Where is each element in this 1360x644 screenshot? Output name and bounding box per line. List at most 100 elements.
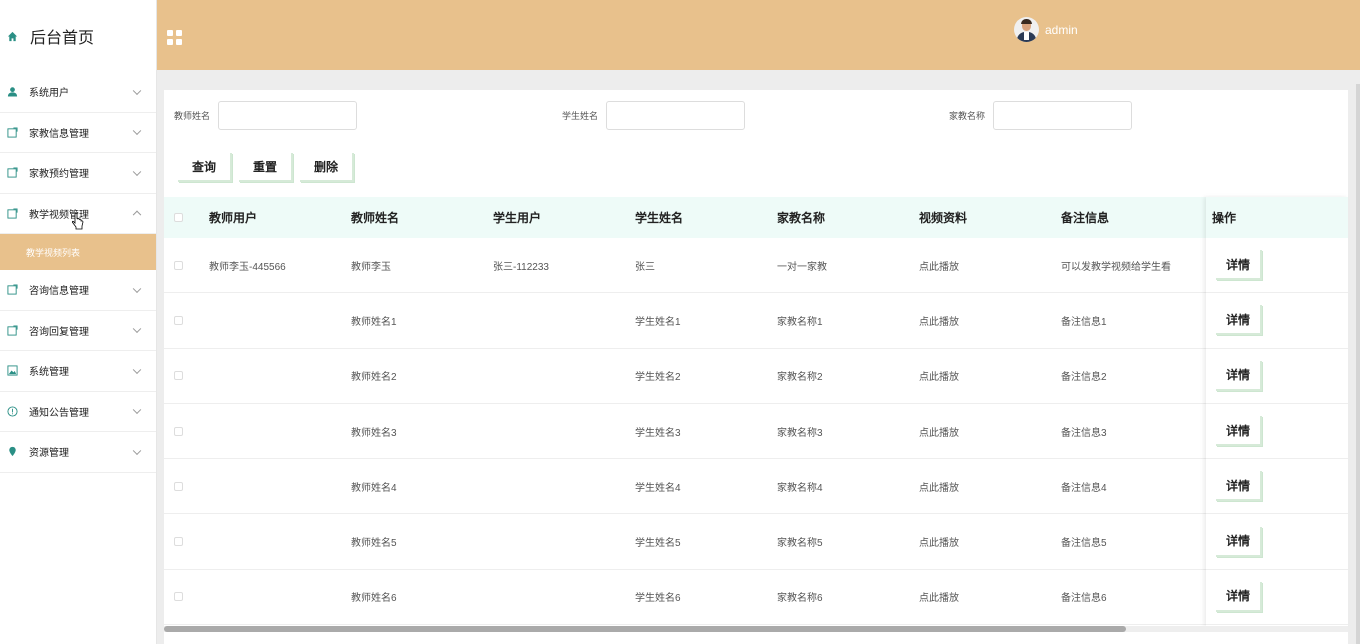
detail-button[interactable]: 详情 <box>1216 250 1263 281</box>
sidebar-item-tutor-booking[interactable]: 家教预约管理 <box>0 153 156 194</box>
col-header: 家教名称 <box>777 211 826 225</box>
table-body: 教师李玉-445566 教师李玉 张三-112233 张三 一对一家教 点此播放 可以发教学… <box>164 238 1348 626</box>
edit-icon <box>6 324 18 336</box>
detail-button[interactable]: 详情 <box>1216 416 1263 447</box>
table-cell: 教师姓名3 <box>351 427 397 439</box>
table-row: 教师姓名3 学生姓名3 家教名称3 点此播放 备注信息3 <box>164 404 1348 460</box>
chevron-down-icon <box>132 167 142 176</box>
select-all-checkbox[interactable] <box>174 213 183 222</box>
table-cell: 备注信息6 <box>1061 593 1107 605</box>
tutor-name-field: 家教名称 <box>949 101 1133 130</box>
action-buttons: 查询 重置 删除 <box>178 153 355 182</box>
table-header: 教师用户 教师姓名 学生用户 学生姓名 家教名称 视频资料 备注信息 <box>164 197 1348 238</box>
chevron-down-icon <box>132 86 142 95</box>
table-cell: 教师姓名6 <box>351 593 397 605</box>
row-checkbox[interactable] <box>174 481 183 491</box>
sidebar-item-notice[interactable]: 通知公告管理 <box>0 392 156 432</box>
edit-icon <box>6 167 18 179</box>
col-header: 学生姓名 <box>635 211 684 225</box>
edit-icon <box>6 126 18 138</box>
chevron-down-icon <box>132 365 142 374</box>
ops-cell: 详情 <box>1206 238 1348 294</box>
detail-button[interactable]: 详情 <box>1216 581 1263 612</box>
chevron-down-icon <box>132 324 142 334</box>
col-header: 学生用户 <box>493 211 542 225</box>
chevron-down-icon <box>132 446 142 455</box>
table-cell: 教师姓名5 <box>351 538 397 550</box>
table-row: 教师姓名1 学生姓名1 家教名称1 点此播放 备注信息1 <box>164 293 1348 349</box>
table-cell: 家教名称3 <box>777 427 823 439</box>
chevron-down-icon <box>132 126 142 136</box>
horizontal-scrollbar[interactable] <box>164 626 1348 632</box>
detail-button[interactable]: 详情 <box>1216 305 1263 336</box>
chevron-up-icon <box>132 210 142 220</box>
menu-grid-icon[interactable] <box>167 30 182 45</box>
table-cell[interactable]: 点此播放 <box>919 534 959 549</box>
sidebar-item-consult-info[interactable]: 咨询信息管理 <box>0 270 156 311</box>
sidebar-item-system-management[interactable]: 系统管理 <box>0 351 156 392</box>
detail-button[interactable]: 详情 <box>1216 360 1263 391</box>
ops-cell: 详情 <box>1206 459 1348 515</box>
row-checkbox[interactable] <box>174 592 183 602</box>
username: admin <box>1045 22 1078 37</box>
horizontal-scrollbar-thumb[interactable] <box>164 626 1126 632</box>
sidebar-item-label: 咨询信息管理 <box>29 286 89 298</box>
info-icon <box>6 405 18 417</box>
delete-button[interactable]: 删除 <box>300 153 355 182</box>
table-cell[interactable]: 点此播放 <box>919 479 959 494</box>
ops-body: 详情 详情 详情 详情 详情 详情 详情 <box>1206 238 1348 626</box>
sidebar-item-label: 系统管理 <box>29 367 69 379</box>
ops-cell: 详情 <box>1206 570 1348 626</box>
col-header: 教师姓名 <box>351 211 400 225</box>
sidebar-item-label: 家教信息管理 <box>29 128 89 140</box>
row-checkbox[interactable] <box>174 537 183 547</box>
sidebar-item-system-users[interactable]: 系统用户 <box>0 72 156 113</box>
table-cell[interactable]: 点此播放 <box>919 368 959 383</box>
brand-title: 后台首页 <box>30 30 95 47</box>
table-cell: 家教名称2 <box>777 372 823 384</box>
row-checkbox[interactable] <box>174 260 183 270</box>
query-button[interactable]: 查询 <box>178 153 233 182</box>
student-name-field: 学生姓名 <box>562 101 746 130</box>
student-name-input[interactable] <box>606 101 746 130</box>
col-header: 教师用户 <box>209 211 258 225</box>
detail-button[interactable]: 详情 <box>1216 526 1263 557</box>
table-cell: 教师姓名2 <box>351 372 397 384</box>
table-cell: 可以发教学视频给学生看 <box>1061 261 1171 273</box>
col-header: 备注信息 <box>1061 211 1110 225</box>
sidebar-item-tutor-info[interactable]: 家教信息管理 <box>0 113 156 153</box>
ops-cell: 详情 <box>1206 349 1348 404</box>
table-cell[interactable]: 点此播放 <box>919 258 959 273</box>
search-form: 教师姓名 学生姓名 家教名称 <box>164 101 1348 131</box>
sidebar-subitem-video-list[interactable]: 教学视频列表 <box>0 234 156 270</box>
brand[interactable]: 后台首页 <box>0 0 156 72</box>
table-cell[interactable]: 点此播放 <box>919 424 959 439</box>
table-cell: 备注信息4 <box>1061 482 1107 494</box>
row-checkbox[interactable] <box>174 426 183 436</box>
sidebar-item-resources[interactable]: 资源管理 <box>0 432 156 473</box>
tutor-name-input[interactable] <box>993 101 1133 130</box>
row-checkbox[interactable] <box>174 371 183 381</box>
table-cell[interactable]: 点此播放 <box>919 589 959 604</box>
chevron-down-icon <box>132 284 142 293</box>
sidebar-item-label: 系统用户 <box>29 88 69 100</box>
vertical-scrollbar[interactable] <box>1356 84 1360 644</box>
teacher-name-input[interactable] <box>218 101 358 130</box>
table-cell: 备注信息3 <box>1061 427 1107 439</box>
user-menu[interactable]: admin <box>1014 17 1078 42</box>
sidebar-item-label: 家教预约管理 <box>29 169 89 181</box>
table-cell: 学生姓名5 <box>635 538 681 550</box>
sidebar: 后台首页 系统用户 家教信息管理 家教预约管理 教学视频管理 教学视频列表 咨询… <box>0 0 157 644</box>
table-cell: 家教名称6 <box>777 593 823 605</box>
location-icon <box>6 446 18 458</box>
table-cell: 备注信息2 <box>1061 372 1107 384</box>
detail-button[interactable]: 详情 <box>1216 471 1263 502</box>
reset-button[interactable]: 重置 <box>239 153 294 182</box>
sidebar-item-consult-reply[interactable]: 咨询回复管理 <box>0 311 156 351</box>
sidebar-item-label: 资源管理 <box>29 448 69 460</box>
ops-cell: 详情 <box>1206 293 1348 349</box>
table-cell[interactable]: 点此播放 <box>919 313 959 328</box>
home-icon <box>6 30 18 42</box>
teacher-name-field: 教师姓名 <box>174 101 358 130</box>
row-checkbox[interactable] <box>174 315 183 325</box>
